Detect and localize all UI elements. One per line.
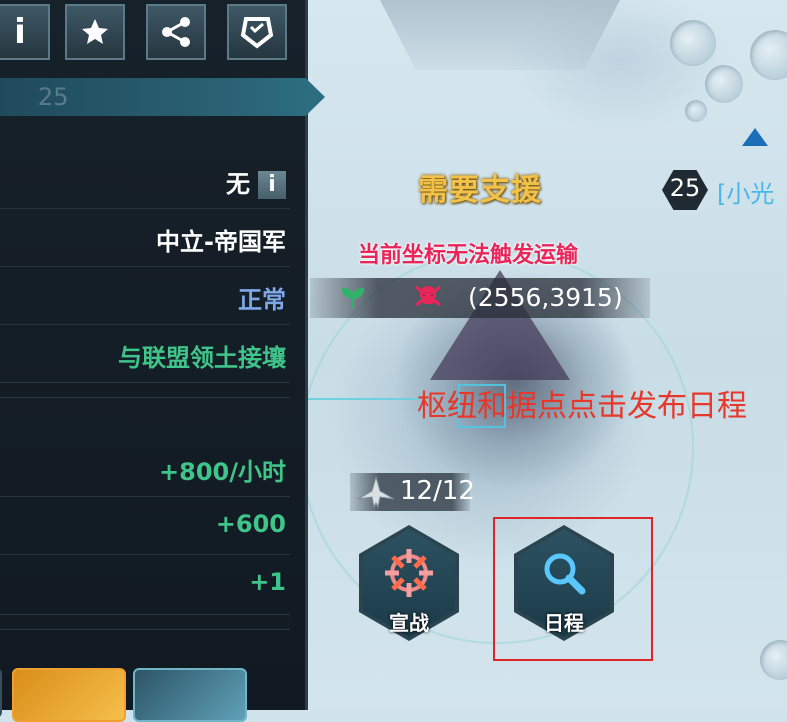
camp-row: 中立-帝国军 [0, 210, 290, 267]
crater [760, 640, 787, 680]
level-ghost-text: 25 [38, 83, 69, 111]
reward-card[interactable] [133, 668, 247, 722]
owner-value-wrap: 无i [226, 164, 286, 199]
troops-indicator: 12/12 [350, 473, 475, 511]
player-level: 25 [669, 174, 701, 202]
crater [685, 100, 707, 122]
gain-row: +600 [0, 498, 290, 555]
hub-annotation: 枢纽和据点点击发布日程 [417, 389, 747, 424]
output-value: +800/小时 [159, 458, 286, 486]
output-row: +800/小时 [0, 440, 290, 497]
transport-warning: 当前坐标无法触发运输 [358, 243, 579, 268]
share-icon [162, 17, 190, 47]
crater [670, 20, 716, 66]
crater [750, 30, 787, 80]
map-view[interactable]: 需要支援 当前坐标无法触发运输 (2556,3915) 枢纽和据点点击发布日程 … [290, 0, 787, 710]
owner-row: 无i [0, 152, 290, 209]
jet-icon [356, 473, 396, 511]
declare-war-button[interactable]: 宣战 [359, 525, 459, 641]
state-value: 正常 [238, 286, 286, 314]
info-button[interactable]: i [0, 4, 50, 60]
declare-war-label: 宣战 [389, 611, 429, 635]
camp-value: 中立-帝国军 [156, 228, 286, 256]
reward-card[interactable] [0, 668, 2, 718]
coordinates-text[interactable]: (2556,3915) [468, 283, 623, 312]
info-icon[interactable]: i [258, 171, 286, 199]
info-panel: i 25 无i 中立-帝国军 正常 与联盟领土接壤 +800/小时 +600 +… [0, 0, 325, 722]
leaf-icon [340, 284, 366, 316]
skull-icon [413, 283, 443, 311]
share-button[interactable] [146, 4, 206, 60]
territory-row: 与联盟领土接壤 [0, 326, 290, 382]
bonus-row: +1 [0, 556, 290, 612]
bonus-value: +1 [249, 568, 286, 596]
reward-card[interactable] [12, 668, 126, 722]
support-title: 需要支援 [418, 173, 542, 208]
owner-value: 无 [226, 170, 250, 198]
troops-count: 12/12 [400, 476, 475, 506]
star-icon [82, 19, 108, 44]
fortress-wall [380, 0, 620, 70]
gain-value: +600 [215, 510, 286, 538]
player-badge[interactable]: 25 [小光 [662, 170, 787, 210]
favorite-button[interactable] [65, 4, 125, 60]
state-row: 正常 [0, 268, 290, 325]
shield-icon [240, 17, 274, 49]
info-icon: i [14, 12, 26, 52]
gem-icon [742, 128, 768, 146]
crosshair-icon [385, 549, 433, 597]
territory-value: 与联盟领土接壤 [118, 344, 286, 372]
link-line [290, 398, 420, 400]
crater [705, 65, 743, 103]
section-divider [0, 614, 290, 630]
section-divider [0, 382, 290, 398]
annotation-highlight-box [493, 517, 653, 661]
player-name: [小光 [717, 180, 775, 208]
shield-button[interactable] [227, 4, 287, 60]
